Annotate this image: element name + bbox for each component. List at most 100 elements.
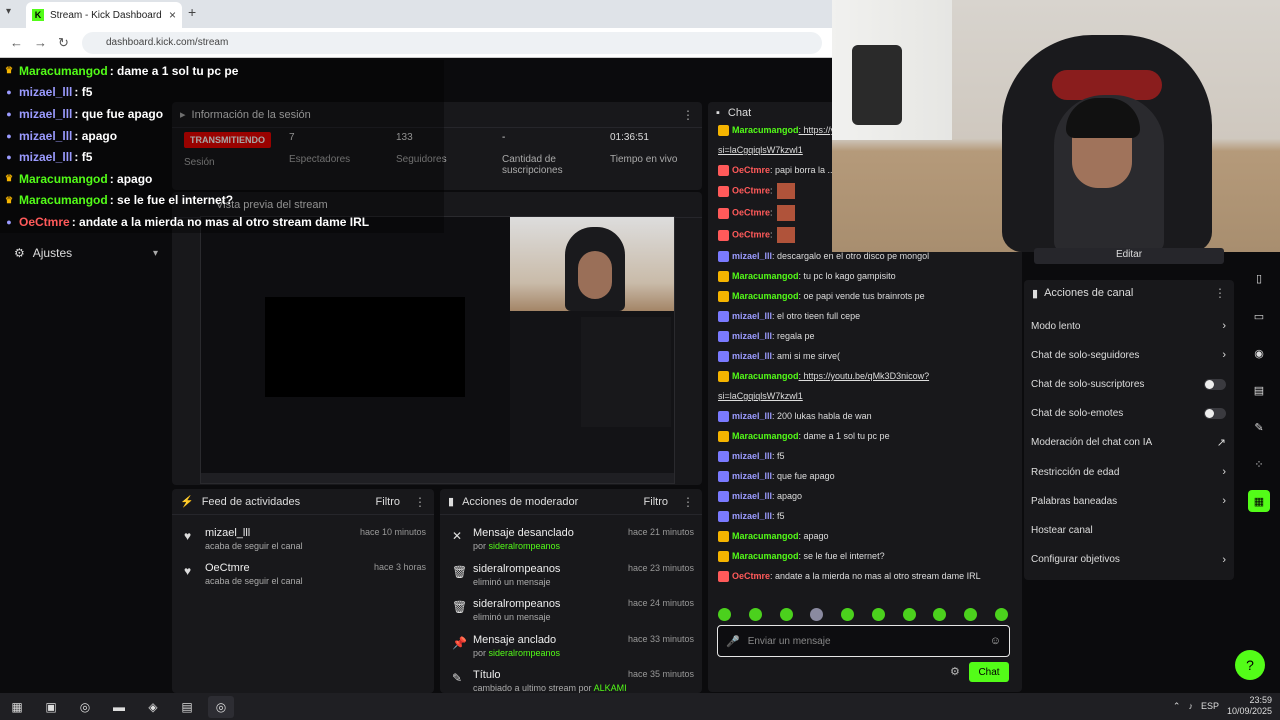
chat-username[interactable]: Maracumangod <box>732 271 799 281</box>
sidebar-phone-icon[interactable]: ▯ <box>1248 267 1270 289</box>
chat-message[interactable]: mizael_lll: regala pe <box>714 326 1018 346</box>
chat-username[interactable]: Maracumangod <box>732 291 799 301</box>
channel-action-item[interactable]: Configurar objetivos › <box>1024 549 1234 571</box>
chat-username[interactable]: Maracumangod <box>732 125 799 135</box>
chrome-icon[interactable]: ◎ <box>72 696 98 718</box>
tray-volume-icon[interactable]: ♪ <box>1188 701 1193 712</box>
chat-username[interactable]: mizael_lll <box>732 331 772 341</box>
emote-icon[interactable] <box>810 607 824 621</box>
chat-message[interactable]: Maracumangod: se le fue el internet? <box>714 546 1018 566</box>
tray-chevron-icon[interactable]: ⌃ <box>1173 701 1181 712</box>
sidebar-broadcast-icon[interactable]: ◉ <box>1248 342 1270 364</box>
chrome-active-icon[interactable]: ◎ <box>208 695 234 718</box>
sidebar-wrench-icon[interactable]: ✎ <box>1248 416 1270 438</box>
mod-action-item[interactable]: 🗑 sideralrompeanos eliminó un mensaje hace … <box>440 596 702 632</box>
window-menu-icon[interactable]: ▾ <box>6 6 11 17</box>
channel-action-item[interactable]: Restricción de edad › <box>1024 461 1234 483</box>
reload-icon[interactable]: ↻ <box>58 35 69 51</box>
chat-username[interactable]: mizael_lll <box>732 451 772 461</box>
channel-action-item[interactable]: Moderación del chat con IA ↗ <box>1024 432 1234 454</box>
filter-button[interactable]: Filtro <box>644 496 668 508</box>
emote-icon[interactable] <box>841 607 855 621</box>
emote-icon[interactable] <box>718 607 731 621</box>
mod-action-item[interactable]: 🗑 sideralrompeanos eliminó un mensaje hace … <box>440 561 702 597</box>
chat-username[interactable]: mizael_lll <box>732 511 772 521</box>
terminal-icon[interactable]: ▤ <box>174 696 200 718</box>
chat-username[interactable]: OeCtmre <box>732 165 770 175</box>
toggle-switch[interactable] <box>1204 378 1226 390</box>
apps-icon[interactable]: ▣ <box>38 696 64 718</box>
emote-icon[interactable] <box>902 607 916 621</box>
mod-action-user-link[interactable]: ALKAMI <box>594 683 627 693</box>
filter-button[interactable]: Filtro <box>376 496 400 508</box>
channel-action-item[interactable]: Modo lento › <box>1024 315 1234 337</box>
tray-clock[interactable]: 23:59 10/09/2025 <box>1227 695 1272 717</box>
send-chat-button[interactable]: Chat <box>969 662 1009 682</box>
chat-username[interactable]: OeCtmre <box>732 571 770 581</box>
start-icon[interactable]: ▦ <box>4 696 30 718</box>
chat-username[interactable]: OeCtmre <box>732 185 770 195</box>
chat-username[interactable]: mizael_lll <box>732 471 772 481</box>
chat-username[interactable]: Maracumangod <box>732 551 799 561</box>
mod-action-item[interactable]: 📌 Mensaje anclado por sideralrompeanos hace… <box>440 632 702 668</box>
chat-username[interactable]: OeCtmre <box>732 207 770 217</box>
back-icon[interactable]: ← <box>10 35 23 50</box>
mod-action-user-link[interactable]: sideralrompeanos <box>489 541 561 551</box>
chat-message[interactable]: si=laCgqiqlsW7kzwl1 <box>714 386 1018 406</box>
folder-icon[interactable]: ▬ <box>106 696 132 718</box>
toggle-switch[interactable] <box>1204 408 1226 420</box>
chat-message[interactable]: mizael_lll: ami si me sirve( <box>714 346 1018 366</box>
stream-preview-video[interactable] <box>200 216 675 484</box>
close-tab-icon[interactable]: × <box>169 8 176 22</box>
mod-action-item[interactable]: ✕ Mensaje desanclado por sideralrompeanos h… <box>440 525 702 561</box>
channel-action-item[interactable]: Palabras baneadas › <box>1024 490 1234 512</box>
chat-settings-icon[interactable]: ⚙ <box>950 665 960 678</box>
chat-message[interactable]: Maracumangod: apago <box>714 526 1018 546</box>
chat-message-input[interactable] <box>747 635 990 647</box>
chat-message[interactable]: OeCtmre: andate a la mierda no mas al ot… <box>714 566 1018 586</box>
kebab-menu-icon[interactable]: ⋮ <box>414 495 426 509</box>
sidebar-layout-icon[interactable]: ▤ <box>1248 379 1270 401</box>
sidebar-clapper-icon[interactable]: ▦ <box>1248 490 1270 512</box>
chat-username[interactable]: mizael_lll <box>732 411 772 421</box>
channel-action-item[interactable]: Chat de solo-suscriptores <box>1024 373 1234 395</box>
emote-icon[interactable] <box>994 607 1008 621</box>
chat-username[interactable]: mizael_lll <box>732 311 772 321</box>
emote-icon[interactable] <box>779 607 793 621</box>
sidebar-dots-icon[interactable]: ⁘ <box>1248 453 1270 475</box>
chat-input-box[interactable]: 🎤 ☺ <box>717 625 1010 657</box>
channel-action-item[interactable]: Hostear canal <box>1024 519 1234 541</box>
help-button[interactable]: ? <box>1235 650 1265 680</box>
chat-message[interactable]: mizael_lll: 200 lukas habla de wan <box>714 406 1018 426</box>
chat-username[interactable]: mizael_lll <box>732 351 772 361</box>
tray-lang[interactable]: ESP <box>1201 701 1219 712</box>
emote-icon[interactable] <box>748 607 762 621</box>
chat-username[interactable]: Maracumangod <box>732 371 799 381</box>
new-tab-icon[interactable]: + <box>188 4 196 20</box>
chat-username[interactable]: mizael_lll <box>732 251 772 261</box>
chat-username[interactable]: mizael_lll <box>732 491 772 501</box>
emoji-icon[interactable]: ☺ <box>990 635 1001 647</box>
sidebar-item-settings[interactable]: ⚙ Ajustes ▾ <box>0 242 170 264</box>
chat-message[interactable]: Maracumangod: oe papi vende tus brainrot… <box>714 286 1018 306</box>
app-icon[interactable]: ◈ <box>140 696 166 718</box>
sidebar-chat-icon[interactable]: ▭ <box>1248 305 1270 327</box>
kebab-menu-icon[interactable]: ⋮ <box>682 495 694 509</box>
mod-action-user-link[interactable]: sideralrompeanos <box>489 648 561 658</box>
chat-message[interactable]: Maracumangod: dame a 1 sol tu pc pe <box>714 426 1018 446</box>
chat-username[interactable]: OeCtmre <box>732 229 770 239</box>
emote-icon[interactable] <box>871 607 885 621</box>
chat-message[interactable]: mizael_lll: f5 <box>714 506 1018 526</box>
channel-action-item[interactable]: Chat de solo-seguidores › <box>1024 344 1234 366</box>
activity-item[interactable]: ♥ mizael_lll acaba de seguir el canal hace … <box>172 525 434 561</box>
emote-icon[interactable] <box>964 607 978 621</box>
browser-tab[interactable]: K Stream - Kick Dashboard × <box>26 2 182 28</box>
chat-message[interactable]: mizael_lll: el otro tieen full cepe <box>714 306 1018 326</box>
chat-username[interactable]: Maracumangod <box>732 431 799 441</box>
chat-message[interactable]: mizael_lll: f5 <box>714 446 1018 466</box>
kebab-menu-icon[interactable]: ⋮ <box>1214 286 1226 300</box>
forward-icon[interactable]: → <box>34 35 47 50</box>
emote-icon[interactable] <box>933 607 947 621</box>
chat-message[interactable]: mizael_lll: que fue apago <box>714 466 1018 486</box>
chat-username[interactable]: Maracumangod <box>732 531 799 541</box>
